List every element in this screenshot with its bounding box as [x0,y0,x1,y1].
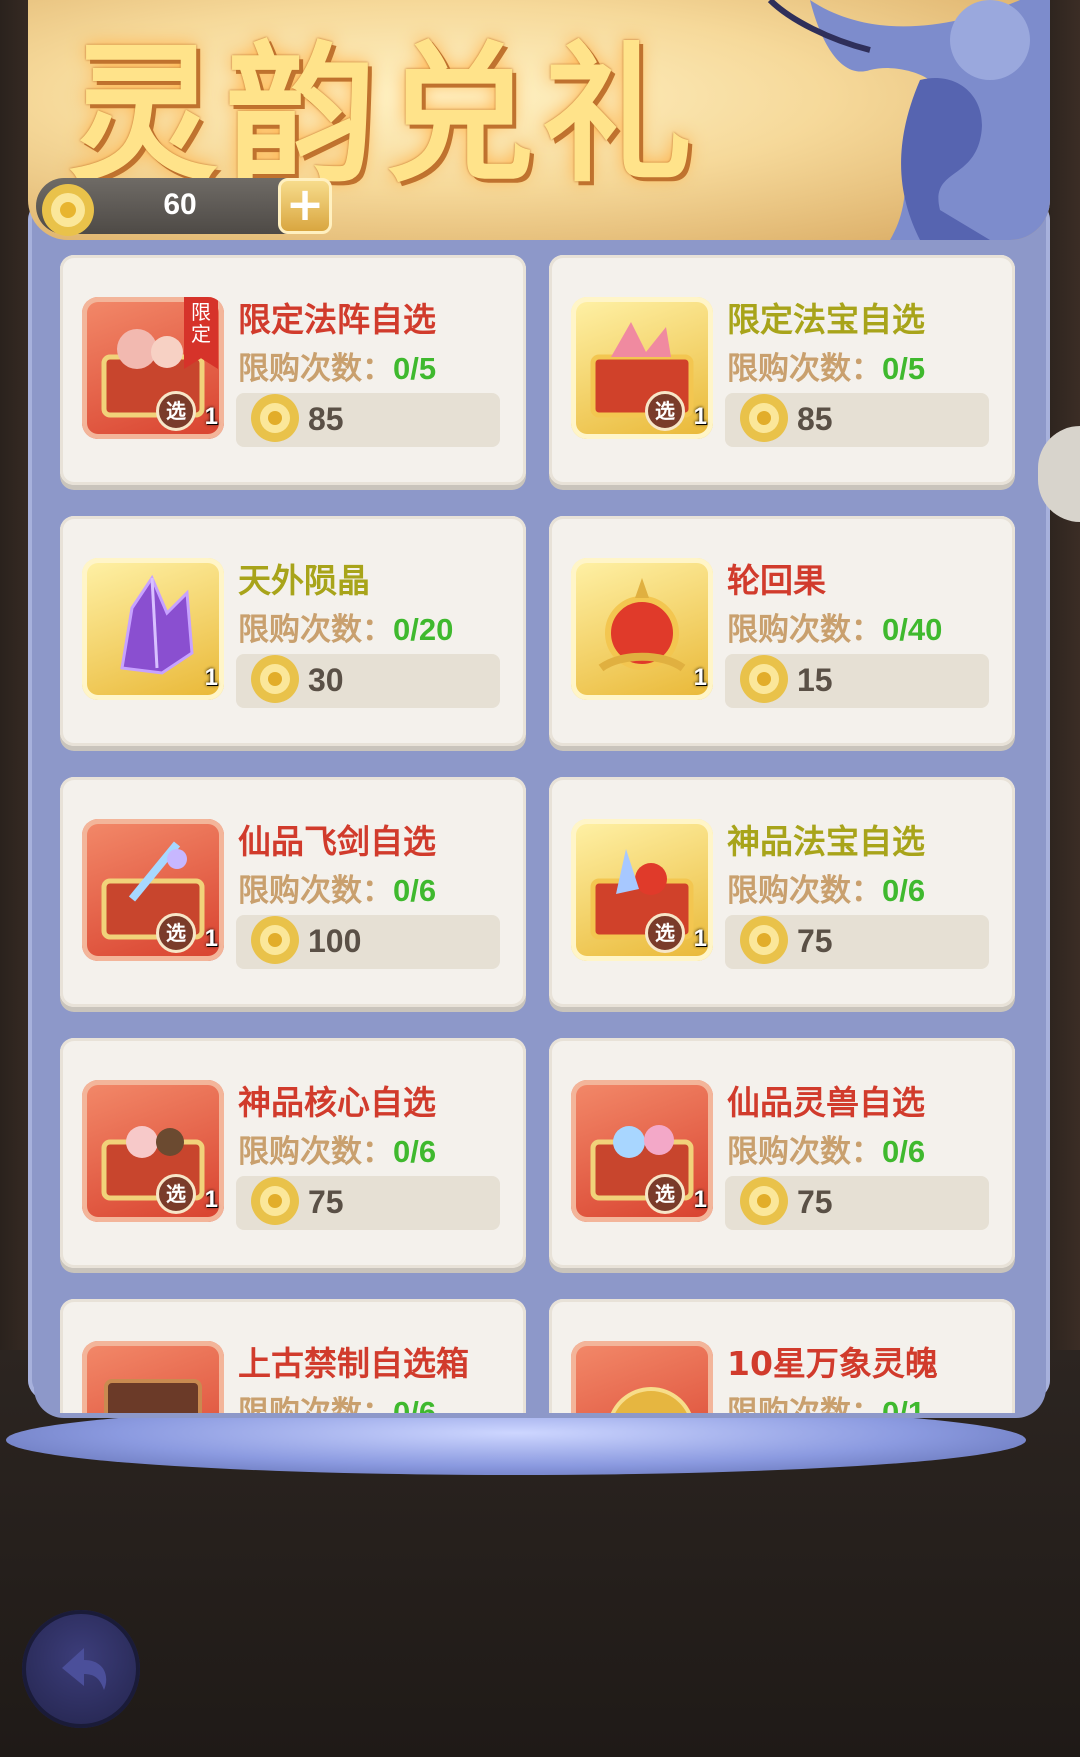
crystal-icon [120,574,194,675]
chest-icon [590,322,694,418]
item-price: 85 [797,401,833,437]
gold-flower-icon [740,655,788,703]
item-name: 限定法阵自选 [238,300,436,339]
exchange-item-card[interactable]: 限定 选 1 限定法阵自选 限购次数：0/5 85 [60,255,526,485]
item-thumbnail [82,1341,224,1413]
item-thumbnail: 选 1 [82,1080,224,1222]
gold-flower-icon [251,655,299,703]
select-badge: 选 [645,1174,685,1214]
chest-icon [101,1126,205,1201]
item-quantity: 1 [693,664,707,691]
select-badge: 选 [156,913,196,953]
chest-icon [590,1125,694,1201]
exchange-item-card[interactable]: 选 1 仙品灵兽自选 限购次数：0/6 75 [549,1038,1015,1268]
item-name: 上古禁制自选箱 [238,1344,469,1383]
exchange-item-card[interactable]: 上古禁制自选箱 限购次数：0/6 [60,1299,526,1413]
exchange-item-card[interactable]: 选 1 仙品飞剑自选 限购次数：0/6 100 [60,777,526,1007]
item-quantity: 1 [204,403,218,430]
item-name: 神品核心自选 [238,1083,436,1122]
exchange-item-card[interactable]: 10星万象灵魄 限购次数：0/1 [549,1299,1015,1413]
gold-flower-icon [740,1177,788,1225]
back-button[interactable] [22,1610,140,1728]
item-price: 75 [308,1184,344,1220]
gold-flower-icon [740,394,788,442]
select-badge: 选 [156,391,196,431]
item-quantity: 1 [693,925,707,952]
item-thumbnail [571,1341,713,1413]
purchase-limit: 限购次数：0/5 [727,351,926,387]
item-quantity: 1 [204,1186,218,1213]
item-price: 75 [797,923,833,959]
item-name: 10星万象灵魄 [727,1344,938,1383]
item-name: 神品法宝自选 [727,822,925,861]
exchange-item-card[interactable]: 选 1 神品法宝自选 限购次数：0/6 75 [549,777,1015,1007]
item-thumbnail: 1 [571,558,713,700]
item-thumbnail: 选 1 [82,819,224,961]
item-name: 仙品飞剑自选 [238,822,436,861]
item-price: 85 [308,401,344,437]
item-name: 轮回果 [727,561,826,600]
item-quantity: 1 [693,1186,707,1213]
select-badge: 选 [645,391,685,431]
chest-icon [590,849,694,940]
box-icon [104,1379,202,1413]
select-badge: 选 [645,913,685,953]
purchase-limit: 限购次数：0/1 [727,1395,926,1413]
purchase-limit: 限购次数：0/6 [238,873,437,909]
purchase-limit: 限购次数：0/6 [238,1134,437,1170]
soul-orb-icon [610,1387,692,1413]
exchange-item-card[interactable]: 1 天外陨晶 限购次数：0/20 30 [60,516,526,746]
item-quantity: 1 [693,403,707,430]
item-thumbnail: 限定 选 1 [82,297,224,439]
purchase-limit: 限购次数：0/40 [727,612,943,648]
exchange-item-card[interactable]: 1 轮回果 限购次数：0/40 15 [549,516,1015,746]
item-thumbnail: 选 1 [571,819,713,961]
item-thumbnail: 选 1 [571,1080,713,1222]
purchase-limit: 限购次数：0/6 [238,1395,437,1413]
item-quantity: 1 [204,925,218,952]
select-badge: 选 [156,1174,196,1214]
item-price: 75 [797,1184,833,1220]
add-currency-button[interactable]: + [278,178,332,234]
back-arrow-icon [62,1648,107,1690]
dragon-illustration [767,0,1050,240]
purchase-limit: 限购次数：0/20 [238,612,454,648]
purchase-limit: 限购次数：0/6 [727,1134,926,1170]
gold-flower-icon [251,1177,299,1225]
item-thumbnail: 1 [82,558,224,700]
purchase-limit: 限购次数：0/6 [727,873,926,909]
currency-amount: 60 [163,188,197,221]
fruit-icon [598,578,686,672]
item-grid[interactable]: 限定 选 1 限定法阵自选 限购次数：0/5 85 选 1 限定法宝自选 限购次… [60,255,1020,1413]
item-price: 30 [308,662,344,698]
gold-flower-icon [251,394,299,442]
gold-flower-icon [740,916,788,964]
exchange-item-card[interactable]: 选 1 限定法宝自选 限购次数：0/5 85 [549,255,1015,485]
item-name: 限定法宝自选 [727,300,925,339]
purchase-limit: 限购次数：0/5 [238,351,437,387]
item-price: 100 [308,923,362,959]
exchange-item-card[interactable]: 选 1 神品核心自选 限购次数：0/6 75 [60,1038,526,1268]
item-thumbnail: 选 1 [571,297,713,439]
gold-flower-icon [251,916,299,964]
item-price: 15 [797,662,833,698]
item-quantity: 1 [204,664,218,691]
item-name: 仙品灵兽自选 [727,1083,925,1122]
chest-icon [101,841,205,940]
gold-flower-icon [42,184,94,236]
item-name: 天外陨晶 [238,561,370,600]
